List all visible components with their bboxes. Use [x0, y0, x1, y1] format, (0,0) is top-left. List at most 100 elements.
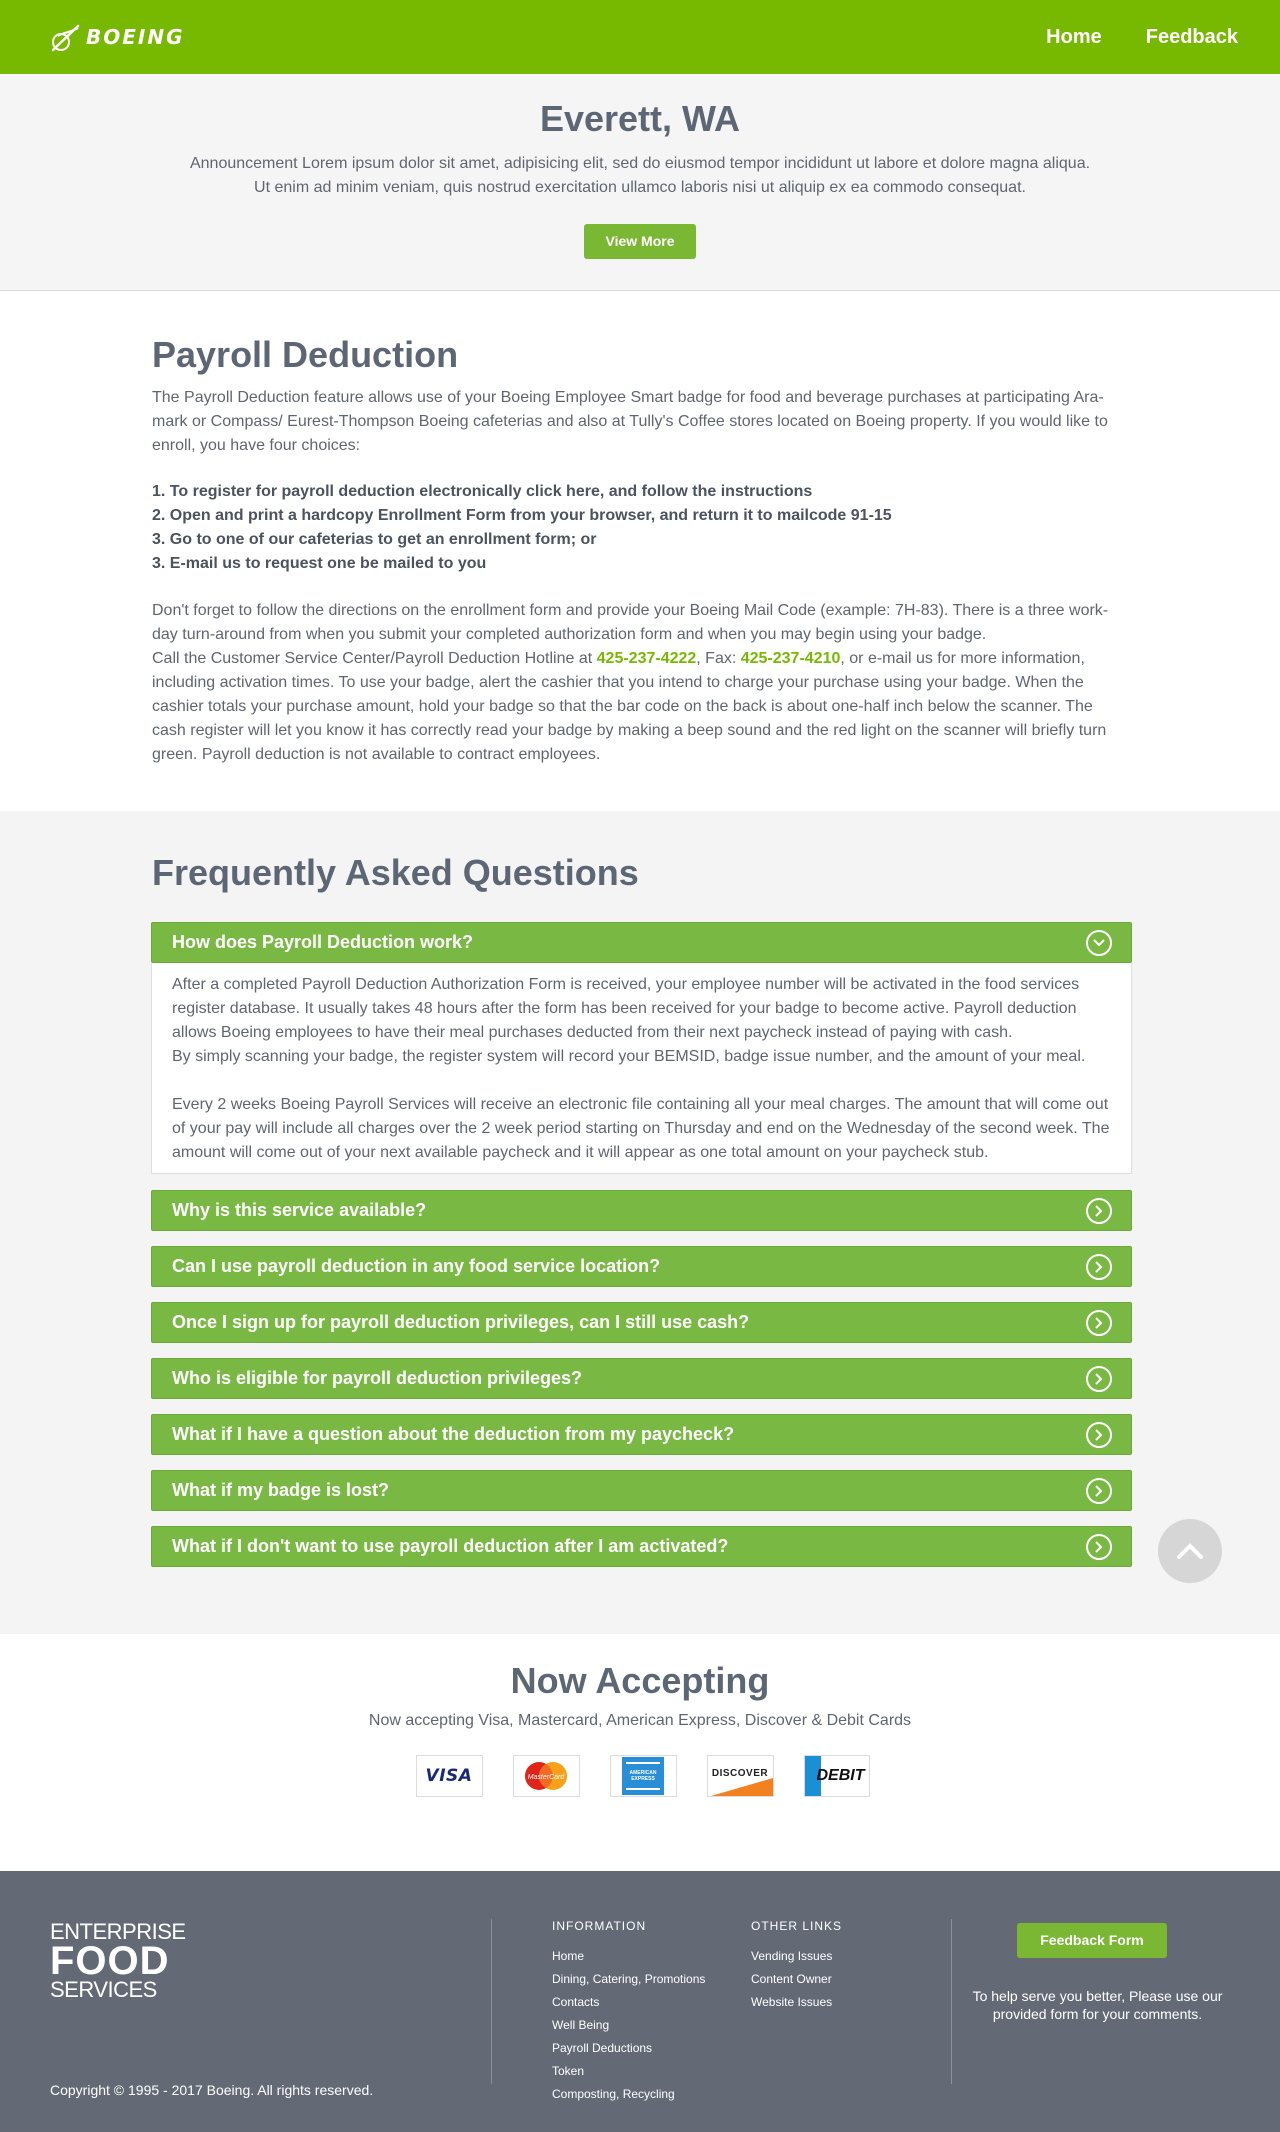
discover-card-logo: DISCOVER	[706, 1755, 774, 1797]
chevron-right-icon[interactable]	[1086, 1197, 1112, 1224]
chevron-right-icon[interactable]	[1086, 1477, 1112, 1504]
visa-card-logo: VISA	[415, 1755, 483, 1797]
faq-container: Frequently Asked Questions How does Payr…	[151, 852, 1132, 1567]
footer-link-content-owner[interactable]: Content Owner	[751, 1972, 832, 1986]
footer-link-token[interactable]: Token	[552, 2064, 584, 2078]
feedback-help-text: To help serve you better, Please use our…	[972, 1988, 1223, 2022]
faq-item: What if I have a question about the dedu…	[151, 1414, 1132, 1455]
chevron-right-icon[interactable]	[1086, 1533, 1112, 1560]
faq-item: Why is this service available?	[151, 1190, 1132, 1231]
boeing-logo[interactable]: BOEING	[50, 20, 185, 54]
chevron-right-icon[interactable]	[1086, 1309, 1112, 1336]
faq-item-open: How does Payroll Deduction work? After a…	[151, 922, 1132, 1174]
faq-item: Who is eligible for payroll deduction pr…	[151, 1358, 1132, 1399]
footer-link-dining[interactable]: Dining, Catering, Promotions	[552, 1972, 705, 1986]
location-title: Everett, WA	[539, 98, 741, 139]
footer-link-website-issues[interactable]: Website Issues	[751, 1995, 832, 2009]
faq-question-text: Who is eligible for payroll deduction pr…	[172, 1368, 583, 1388]
faq-item: What if my badge is lost?	[151, 1470, 1132, 1511]
now-accepting-subtitle: Now accepting Visa, Mastercard, American…	[368, 1712, 912, 1729]
card-logos-row: VISA MasterCard AMERICAN EXPRESS DISCOVE…	[5, 1755, 1280, 1797]
mastercard-logo: MasterCard	[512, 1755, 580, 1797]
enterprise-food-services-logo: ENTERPRISE FOOD SERVICES	[50, 1921, 186, 2001]
information-heading: INFORMATION	[552, 1919, 647, 1933]
enrollment-choices-list: 1. To register for payroll deduction ele…	[152, 480, 1128, 576]
choice-cafeteria: 3. Go to one of our cafeterias to get an…	[152, 531, 597, 548]
faq-section: Frequently Asked Questions How does Payr…	[0, 811, 1280, 1634]
amex-card-logo: AMERICAN EXPRESS	[609, 1755, 677, 1797]
footer-link-composting[interactable]: Composting, Recycling	[552, 2087, 675, 2101]
payroll-intro: The Payroll Deduction feature allows use…	[152, 389, 1108, 454]
fax-number-link[interactable]: 425-237-4210	[741, 650, 841, 667]
faq-question-how-it-works[interactable]: How does Payroll Deduction work?	[151, 922, 1132, 963]
faq-question-any-location[interactable]: Can I use payroll deduction in any food …	[151, 1246, 1132, 1287]
other-links-heading: OTHER LINKS	[751, 1919, 843, 1933]
nav-home-link[interactable]: Home	[1046, 26, 1102, 49]
discover-logo-text: DISCOVER	[711, 1767, 769, 1779]
footer-information-column: INFORMATION Home Dining, Catering, Promo…	[552, 1919, 705, 2106]
choice-email[interactable]: 3. E-mail us to request one be mailed to…	[152, 552, 1128, 576]
nav-feedback-link[interactable]: Feedback	[1146, 26, 1238, 49]
debit-logo-text: DEBIT	[816, 1767, 865, 1784]
boeing-logo-icon	[51, 24, 80, 52]
fax-prefix-text: , Fax:	[696, 650, 741, 667]
footer-link-home[interactable]: Home	[552, 1949, 584, 1963]
announcement-line-1: Announcement Lorem ipsum dolor sit amet,…	[189, 155, 1091, 172]
faq-question-text: What if I don't want to use payroll dedu…	[172, 1536, 729, 1556]
faq-answer-panel: After a completed Payroll Deduction Auth…	[151, 963, 1132, 1174]
faq-question-paycheck[interactable]: What if I have a question about the dedu…	[151, 1414, 1132, 1455]
other-links: Vending Issues Content Owner Website Iss…	[751, 1945, 842, 2014]
faq-question-opt-out[interactable]: What if I don't want to use payroll dedu…	[151, 1526, 1132, 1567]
top-navbar: BOEING Home Feedback	[0, 0, 1280, 74]
faq-title: Frequently Asked Questions	[152, 852, 639, 893]
now-accepting-title: Now Accepting	[510, 1660, 770, 1701]
announcement-banner: Everett, WA Announcement Lorem ipsum dol…	[0, 74, 1280, 291]
faq-question-why-available[interactable]: Why is this service available?	[151, 1190, 1132, 1231]
faq-item: Once I sign up for payroll deduction pri…	[151, 1302, 1132, 1343]
footer-other-links-column: OTHER LINKS Vending Issues Content Owner…	[751, 1919, 842, 2014]
faq-question-text: Once I sign up for payroll deduction pri…	[172, 1312, 750, 1332]
hotline-phone-link[interactable]: 425-237-4222	[597, 650, 697, 667]
payroll-deduction-section: Payroll Deduction The Payroll Deduction …	[0, 291, 1280, 811]
mastercard-logo-text: MasterCard	[528, 1774, 566, 1781]
brand-line-2: FOOD	[50, 1939, 170, 1983]
payroll-directions: Don't forget to follow the directions on…	[152, 602, 1109, 643]
chevron-right-icon[interactable]	[1086, 1421, 1112, 1448]
footer-divider-right	[951, 1919, 952, 2084]
chevron-down-icon[interactable]	[1086, 929, 1112, 956]
main-nav: Home Feedback	[1046, 26, 1238, 49]
choice-register-online[interactable]: 1. To register for payroll deduction ele…	[152, 480, 1128, 504]
faq-question-text: What if my badge is lost?	[172, 1480, 390, 1500]
faq-question-badge-lost[interactable]: What if my badge is lost?	[151, 1470, 1132, 1511]
feedback-form-button[interactable]: Feedback Form	[1017, 1923, 1167, 1958]
scroll-to-top-button[interactable]	[1158, 1519, 1222, 1583]
copyright-text: Copyright © 1995 - 2017 Boeing. All righ…	[50, 2082, 374, 2098]
faq-question-text: Can I use payroll deduction in any food …	[172, 1256, 661, 1276]
footer-link-contacts[interactable]: Contacts	[552, 1995, 599, 2009]
footer-link-payroll[interactable]: Payroll Deductions	[552, 2041, 652, 2055]
payment-methods-section: Now Accepting Now accepting Visa, Master…	[0, 1634, 1280, 1871]
payroll-contact-paragraph: Call the Customer Service Center/Payroll…	[152, 647, 1128, 767]
payroll-title: Payroll Deduction	[152, 334, 459, 375]
chevron-right-icon[interactable]	[1086, 1365, 1112, 1392]
visa-logo-text: VISA	[425, 1766, 473, 1786]
faq-answer-p1: After a completed Payroll Deduction Auth…	[172, 976, 1080, 1041]
choice-print-form[interactable]: 2. Open and print a hardcopy Enrollment …	[152, 504, 1128, 528]
faq-answer-p3: Every 2 weeks Boeing Payroll Services wi…	[172, 1096, 1110, 1161]
faq-answer-p2: By simply scanning your badge, the regis…	[172, 1048, 1086, 1065]
announcement-line-2: Ut enim ad minim veniam, quis nostrud ex…	[254, 179, 1026, 196]
footer-link-vending[interactable]: Vending Issues	[751, 1949, 832, 1963]
faq-question-still-use-cash[interactable]: Once I sign up for payroll deduction pri…	[151, 1302, 1132, 1343]
chevron-right-icon[interactable]	[1086, 1253, 1112, 1280]
information-links: Home Dining, Catering, Promotions Contac…	[552, 1945, 705, 2106]
boeing-logo-text: BOEING	[86, 25, 185, 49]
faq-item: What if I don't want to use payroll dedu…	[151, 1526, 1132, 1567]
footer-divider-left	[491, 1919, 492, 2084]
faq-item: Can I use payroll deduction in any food …	[151, 1246, 1132, 1287]
site-footer: ENTERPRISE FOOD SERVICES Copyright © 199…	[0, 1871, 1280, 2132]
faq-question-who-eligible[interactable]: Who is eligible for payroll deduction pr…	[151, 1358, 1132, 1399]
amex-logo-text: AMERICAN EXPRESS	[629, 1770, 657, 1782]
view-more-button[interactable]: View More	[584, 224, 696, 259]
call-prefix-text: Call the Customer Service Center/Payroll…	[152, 650, 597, 667]
footer-link-well-being[interactable]: Well Being	[552, 2018, 609, 2032]
